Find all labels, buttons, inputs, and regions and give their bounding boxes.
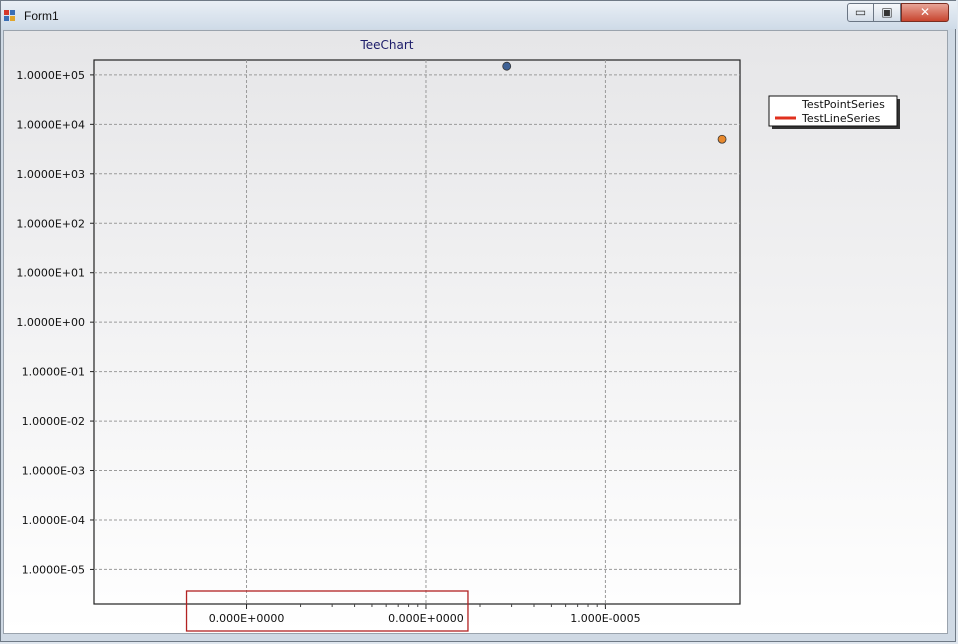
y-tick-label: 1.0000E+01 xyxy=(16,267,85,280)
chart-title: TeeChart xyxy=(359,38,413,52)
point-series-marker[interactable] xyxy=(502,61,512,71)
x-tick-label: 1.000E-0005 xyxy=(570,612,640,625)
plot-frame xyxy=(93,59,741,605)
y-tick-label: 1.0000E-02 xyxy=(22,415,85,428)
y-tick-label: 1.0000E-01 xyxy=(22,366,85,379)
legend-item-label: TestLineSeries xyxy=(801,112,881,125)
x-tick-label: 0.000E+0000 xyxy=(388,612,464,625)
y-tick-label: 1.0000E+03 xyxy=(16,168,85,181)
y-tick-label: 1.0000E+02 xyxy=(16,217,85,230)
y-tick-label: 1.0000E+05 xyxy=(16,69,85,82)
legend-item-label: TestPointSeries xyxy=(801,98,885,111)
y-tick-label: 1.0000E+04 xyxy=(16,118,85,131)
y-tick-label: 1.0000E+00 xyxy=(16,316,85,329)
y-tick-label: 1.0000E-05 xyxy=(22,563,85,576)
x-tick-label: 0.000E+0000 xyxy=(209,612,285,625)
y-tick-label: 1.0000E-03 xyxy=(22,465,85,478)
y-tick-label: 1.0000E-04 xyxy=(22,514,85,527)
line-series-marker[interactable] xyxy=(717,134,727,144)
teechart[interactable]: TeeChart 1.0000E+05 1.0000E+04 1.0000E+03 1.… xyxy=(0,0,958,644)
